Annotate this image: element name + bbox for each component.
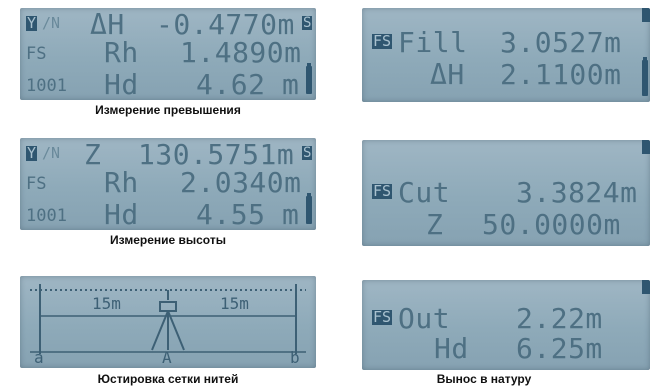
- lcd-stakeout: FS Out 2.22m Hd 6.25m: [362, 280, 650, 370]
- fs-tag: FS: [26, 174, 47, 194]
- mode-n-indicator: /N: [42, 14, 61, 32]
- s-flag-indicator: S: [302, 145, 313, 161]
- tripod-leg-left: [151, 310, 169, 351]
- battery-icon: [306, 193, 312, 224]
- s-flag-indicator: [642, 140, 650, 154]
- cut-label: Cut: [398, 176, 451, 209]
- caption-reticle-adjustment: Юстировка сетки нитей: [97, 372, 239, 386]
- lcd-fill: FS Fill 3.0527m ΔH 2.1100m: [362, 8, 650, 102]
- point-a-label: a: [34, 348, 44, 367]
- right-distance-label: 15m: [220, 294, 249, 313]
- rh-label: Rh: [104, 36, 139, 69]
- z-value: 50.0000m: [482, 208, 621, 241]
- cut-value: 3.3824m: [516, 176, 638, 209]
- s-flag-indicator: [642, 280, 650, 294]
- left-distance-label: 15m: [92, 294, 121, 313]
- s-flag-indicator: S: [302, 15, 313, 31]
- point-number: 1001: [26, 76, 67, 96]
- lcd-cut: FS Cut 3.3824m Z 50.0000m: [362, 140, 650, 246]
- tripod-leg-right: [167, 310, 185, 351]
- hd-label: Hd: [434, 332, 469, 365]
- out-value: 2.22m: [516, 302, 603, 335]
- lcd-reticle-adjustment: 15m 15m a A b: [20, 276, 316, 368]
- point-b-label: b: [290, 348, 300, 367]
- lcd-elevation: Y /N Z 130.5751m S FS Rh 2.0340m 1001 Hd…: [20, 138, 316, 230]
- mode-y-indicator: Y: [26, 14, 38, 32]
- z-label: Z: [426, 208, 444, 241]
- caption-elevation: Измерение высоты: [110, 233, 226, 247]
- fs-tag: FS: [372, 32, 393, 50]
- rh-label: Rh: [104, 166, 139, 199]
- rh-value: 2.0340m: [180, 166, 302, 199]
- hd-unit: m: [282, 198, 300, 230]
- fs-tag: FS: [26, 44, 47, 64]
- mode-y-indicator: Y: [26, 144, 38, 162]
- fill-label: Fill: [398, 26, 468, 59]
- delta-h-label: ΔH: [430, 58, 465, 91]
- point-number: 1001: [26, 206, 67, 226]
- battery-icon: [642, 57, 648, 96]
- fs-tag: FS: [372, 308, 393, 326]
- s-flag-indicator: [642, 8, 650, 22]
- battery-icon: [306, 63, 312, 94]
- fill-value: 3.0527m: [500, 26, 622, 59]
- out-label: Out: [398, 302, 451, 335]
- hd-label: Hd: [104, 198, 139, 230]
- delta-h-value: 2.1100m: [500, 58, 622, 91]
- hd-value: 4.62: [196, 68, 266, 100]
- hd-value: 6.25m: [516, 332, 603, 365]
- caption-height-difference: Измерение превышения: [95, 103, 241, 117]
- hd-unit: m: [282, 68, 300, 100]
- hd-value: 4.55: [196, 198, 266, 230]
- point-center-label: A: [162, 348, 172, 367]
- caption-stakeout: Вынос в натуру: [436, 372, 532, 386]
- z-label: Z: [84, 138, 102, 171]
- rh-value: 1.4890m: [180, 36, 302, 69]
- mode-n-indicator: /N: [42, 144, 61, 162]
- fs-tag: FS: [372, 182, 393, 200]
- hd-label: Hd: [104, 68, 139, 100]
- level-instrument: [159, 301, 177, 312]
- lcd-height-difference: Y /N ΔH -0.4770m S FS Rh 1.4890m 1001 Hd…: [20, 8, 316, 100]
